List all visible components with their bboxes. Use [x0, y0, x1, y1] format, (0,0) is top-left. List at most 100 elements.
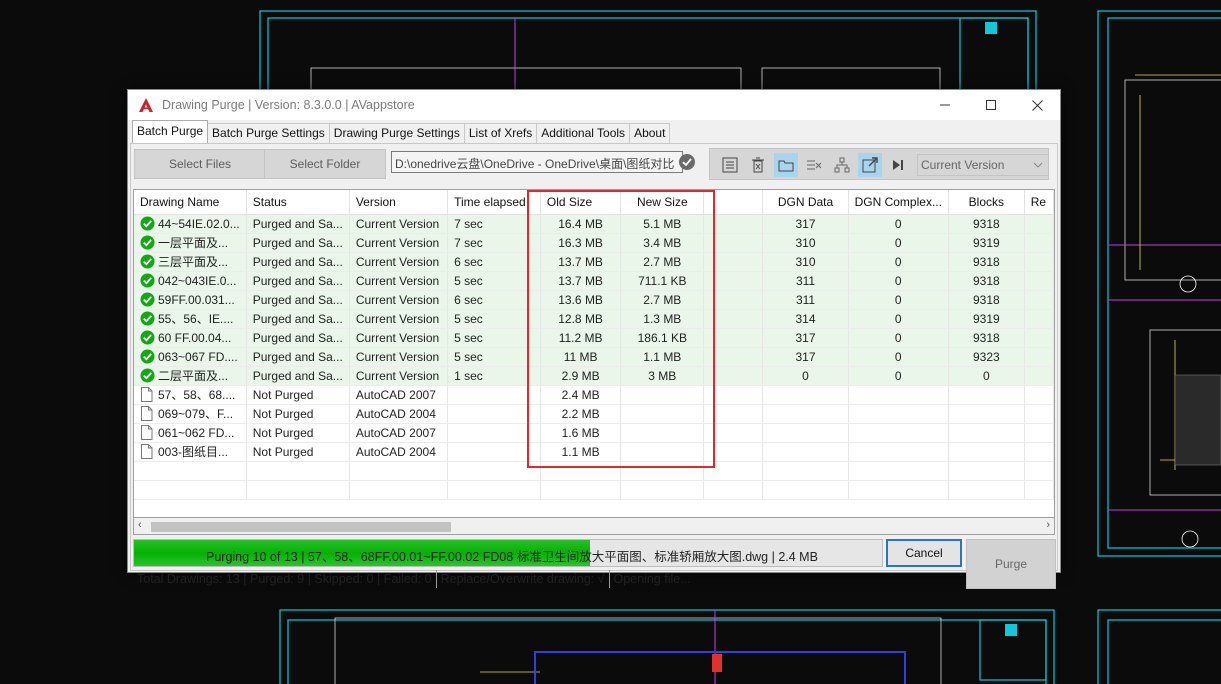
- table-row[interactable]: 061~062 FD... Not Purged AutoCAD 2007 1.6 M…: [134, 423, 1054, 443]
- table-row[interactable]: 042~043IE.0... Purged and Sa... Current Ve…: [134, 271, 1054, 291]
- cell-dgnc: 0: [848, 309, 949, 329]
- tab-about[interactable]: About: [629, 123, 671, 143]
- cell-drawing-name: 60 FF.00.04...: [134, 328, 247, 348]
- drawings-table: Drawing Name Status Version Time elapsed Old…: [134, 190, 1054, 500]
- table-row[interactable]: 57、58、68.... Not Purged AutoCAD 2007 2.4 MB: [134, 385, 1054, 405]
- column-header[interactable]: DGN Data: [762, 190, 849, 215]
- column-header[interactable]: Old Size: [540, 190, 622, 215]
- cell-time: 6 sec: [447, 252, 541, 272]
- cell-old: 16.3 MB: [540, 233, 622, 253]
- tab-additional-tools[interactable]: Additional Tools: [536, 123, 631, 143]
- empty-cell: [762, 480, 849, 500]
- tab-list-of-xrefs[interactable]: List of Xrefs: [463, 123, 538, 143]
- cell-new: 3.4 MB: [620, 233, 705, 253]
- cell-time: 7 sec: [447, 233, 541, 253]
- cell-time: [447, 423, 541, 443]
- cell-drawing-name: 063~067 FD....: [134, 347, 247, 367]
- title-bar[interactable]: Drawing Purge | Version: 8.3.0.0 | AVapp…: [128, 90, 1060, 120]
- scroll-right-icon[interactable]: ›: [1046, 519, 1050, 531]
- column-header[interactable]: Blocks: [948, 190, 1025, 215]
- cancel-button[interactable]: Cancel: [886, 539, 962, 567]
- table-row[interactable]: 55、56、IE.... Purged and Sa... Current Vers…: [134, 309, 1054, 329]
- folder-path-field[interactable]: D:\onedrive云盘\OneDrive - OneDrive\桌面\图纸对…: [391, 151, 683, 173]
- maximize-icon[interactable]: [968, 90, 1014, 120]
- drawing-name-text: 042~043IE.0...: [158, 273, 237, 288]
- minimize-icon[interactable]: [922, 90, 968, 120]
- tab-drawing-purge-settings[interactable]: Drawing Purge Settings: [328, 123, 465, 143]
- table-row[interactable]: 60 FF.00.04... Purged and Sa... Current Ve…: [134, 328, 1054, 348]
- table-row[interactable]: 063~067 FD.... Purged and Sa... Current Ve…: [134, 347, 1054, 367]
- cell-blocks: 9319: [948, 233, 1025, 253]
- scrollbar-thumb[interactable]: [151, 522, 451, 532]
- cell-version: Current Version: [349, 366, 449, 386]
- version-select-value: Current Version: [921, 158, 1005, 172]
- tab-batch-purge[interactable]: Batch Purge: [132, 120, 209, 143]
- scroll-left-icon[interactable]: ‹: [138, 519, 142, 531]
- cell-old: 2.4 MB: [540, 385, 622, 405]
- column-header[interactable]: DGN Complex...: [848, 190, 949, 215]
- drawing-name-text: 57、58、68....: [158, 388, 236, 402]
- select-files-button[interactable]: Select Files: [134, 149, 266, 179]
- cell-blank: [703, 309, 764, 329]
- empty-cell: [703, 480, 764, 500]
- cell-drawing-name: 57、58、68....: [134, 385, 247, 405]
- table-row[interactable]: 二层平面及... Purged and Sa... Current Version 1…: [134, 366, 1054, 386]
- purge-button[interactable]: Purge: [966, 539, 1056, 589]
- check-icon: [140, 311, 155, 326]
- cell-re: [1024, 328, 1054, 348]
- cell-drawing-name: 二层平面及...: [134, 366, 247, 386]
- folder-icon[interactable]: [774, 153, 798, 177]
- step-icon[interactable]: [886, 153, 910, 177]
- export-icon[interactable]: [858, 153, 882, 177]
- delete-icon[interactable]: [746, 153, 770, 177]
- cell-status: Purged and Sa...: [246, 328, 350, 348]
- column-header[interactable]: Time elapsed: [447, 190, 541, 215]
- cell-time: 5 sec: [447, 271, 541, 291]
- table-row[interactable]: 59FF.00.031... Purged and Sa... Current Ve…: [134, 290, 1054, 310]
- drawing-name-text: 一层平面及...: [158, 236, 229, 250]
- table-row[interactable]: 069~079、F... Not Purged AutoCAD 2004 2.2 MB: [134, 404, 1054, 424]
- cell-new: [620, 385, 705, 405]
- version-select[interactable]: Current Version: [917, 154, 1049, 176]
- cell-blank: [703, 385, 764, 405]
- confirm-path-icon[interactable]: [678, 153, 696, 171]
- column-header[interactable]: Version: [349, 190, 449, 215]
- table-row[interactable]: 003-图纸目... Not Purged AutoCAD 2004 1.1 MB: [134, 442, 1054, 462]
- table-row[interactable]: 三层平面及... Purged and Sa... Current Version 6…: [134, 252, 1054, 272]
- close-icon[interactable]: [1014, 90, 1060, 120]
- cell-dgn: 317: [762, 214, 849, 234]
- cell-drawing-name: 44~54IE.02.0...: [134, 214, 247, 234]
- cell-time: 5 sec: [447, 328, 541, 348]
- list-icon[interactable]: [718, 153, 742, 177]
- hierarchy-icon[interactable]: [830, 153, 854, 177]
- cell-version: AutoCAD 2007: [349, 385, 449, 405]
- horizontal-scrollbar[interactable]: ‹ ›: [133, 518, 1055, 535]
- column-header[interactable]: New Size: [620, 190, 705, 215]
- drawing-name-text: 069~079、F...: [158, 407, 234, 421]
- tab-batch-purge-settings[interactable]: Batch Purge Settings: [207, 123, 330, 143]
- drawings-grid[interactable]: Drawing Name Status Version Time elapsed Old…: [133, 189, 1055, 518]
- drawing-name-text: 59FF.00.031...: [158, 292, 235, 307]
- select-folder-button[interactable]: Select Folder: [264, 149, 386, 179]
- column-header[interactable]: Re: [1024, 190, 1054, 215]
- empty-cell: [447, 461, 541, 481]
- table-row[interactable]: 44~54IE.02.0... Purged and Sa... Current V…: [134, 214, 1054, 234]
- cell-time: 7 sec: [447, 214, 541, 234]
- table-row[interactable]: 一层平面及... Purged and Sa... Current Version 7…: [134, 233, 1054, 253]
- cell-dgn: 310: [762, 233, 849, 253]
- column-header[interactable]: Drawing Name: [134, 190, 247, 215]
- column-header[interactable]: [703, 190, 764, 215]
- drawing-name-text: 063~067 FD....: [158, 349, 238, 364]
- cell-drawing-name: 三层平面及...: [134, 252, 247, 272]
- drawing-name-text: 003-图纸目...: [158, 445, 229, 459]
- cell-dgnc: 0: [848, 328, 949, 348]
- empty-cell: [540, 461, 622, 481]
- empty-cell: [848, 461, 949, 481]
- cell-dgn: [762, 404, 849, 424]
- empty-cell: [134, 480, 247, 500]
- clear-list-icon[interactable]: [802, 153, 826, 177]
- column-header[interactable]: Status: [246, 190, 350, 215]
- cell-dgnc: 0: [848, 233, 949, 253]
- cell-new: 711.1 KB: [620, 271, 705, 291]
- cell-version: Current Version: [349, 252, 449, 272]
